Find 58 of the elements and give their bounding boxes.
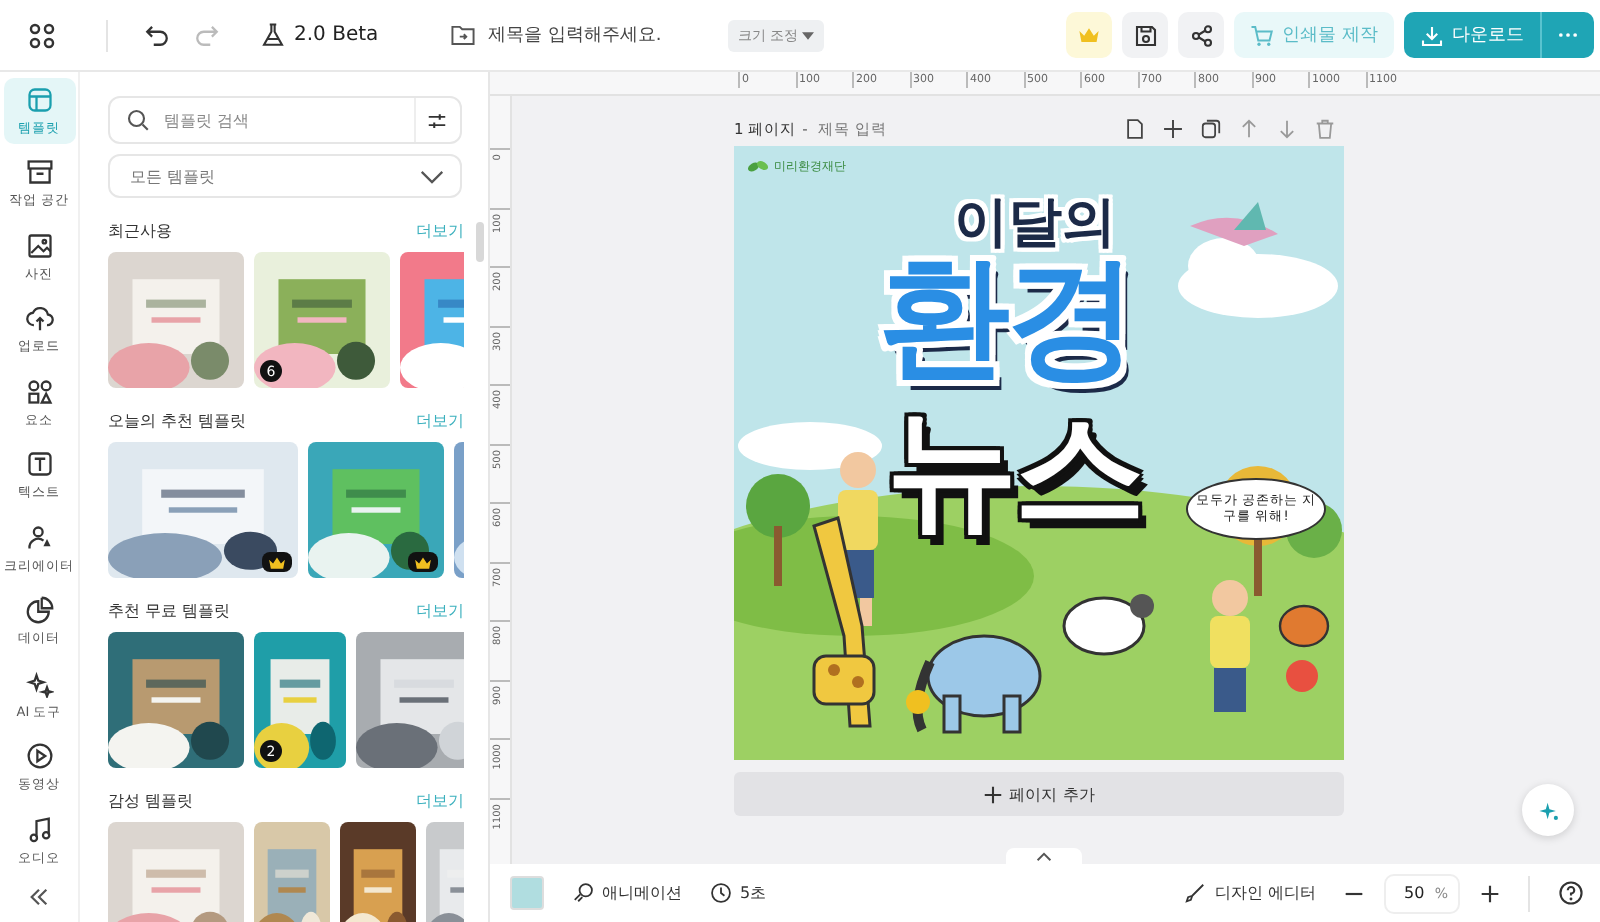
scrollbar[interactable] [476,222,484,262]
archive-box-icon [25,158,53,186]
caret-down-icon [802,31,815,39]
apps-grid-icon[interactable] [28,21,56,49]
expand-tab[interactable] [1006,848,1082,864]
template-filter-dropdown[interactable]: 모든 템플릿 [108,154,462,198]
play-icon [25,742,53,770]
duplicate-icon[interactable] [1200,118,1222,140]
new-page-icon[interactable] [1124,118,1146,140]
sparkle-icon [1537,799,1559,821]
leaf-icon [746,158,770,176]
animation-icon [572,882,594,904]
filter-sliders-icon[interactable] [426,109,448,131]
plus-icon [983,785,1002,803]
pie-chart-icon [25,596,53,624]
clock-icon [710,882,732,904]
template-icon [25,85,53,113]
crown-icon [1078,26,1101,44]
section-title: 감성 템플릿 [108,790,194,812]
duration-button[interactable]: 5초 [710,882,767,904]
save-icon [1133,23,1158,47]
add-icon[interactable] [1162,118,1184,140]
collapse-icon[interactable] [28,885,50,907]
section-title: 추천 무료 템플릿 [108,600,231,622]
zoom-in-icon[interactable] [1480,883,1500,903]
section-title: 오늘의 추천 템플릿 [108,410,247,432]
crown-icon [414,555,432,569]
chevron-down-icon [420,169,444,183]
brush-icon [1184,882,1207,904]
more-dots-icon [1558,32,1578,38]
flask-icon [260,22,286,48]
folder-icon[interactable] [450,22,476,48]
person-star-icon [25,523,53,551]
search-field[interactable]: 템플릿 검색 [108,96,462,144]
search-icon [126,108,150,132]
animation-button[interactable]: 애니메이션 [572,882,682,904]
section-title: 최근사용 [108,220,172,242]
music-note-icon [25,815,53,843]
shapes-icon [25,377,53,405]
title-field[interactable]: 제목을 입력해주세요. [484,23,712,47]
search-input[interactable]: 템플릿 검색 [160,109,404,131]
image-icon [25,231,53,259]
crown-icon [268,555,286,569]
help-icon[interactable] [1558,880,1584,906]
add-page-button[interactable]: 페이지 추가 [734,772,1344,816]
cart-icon [1250,23,1275,47]
download-icon [1420,23,1444,47]
cloud-upload-icon [25,304,53,332]
background-color-swatch[interactable] [510,876,544,910]
design-editor-button[interactable]: 디자인 에디터 [1184,882,1316,904]
chevron-up-icon [1036,851,1052,861]
version-label: 2.0 Beta [294,24,379,46]
share-icon [1189,23,1214,47]
text-icon [25,450,53,478]
undo-icon[interactable] [144,22,170,48]
save-button[interactable] [1122,12,1169,58]
share-button[interactable] [1178,12,1225,58]
sparkle-icon [25,669,53,697]
